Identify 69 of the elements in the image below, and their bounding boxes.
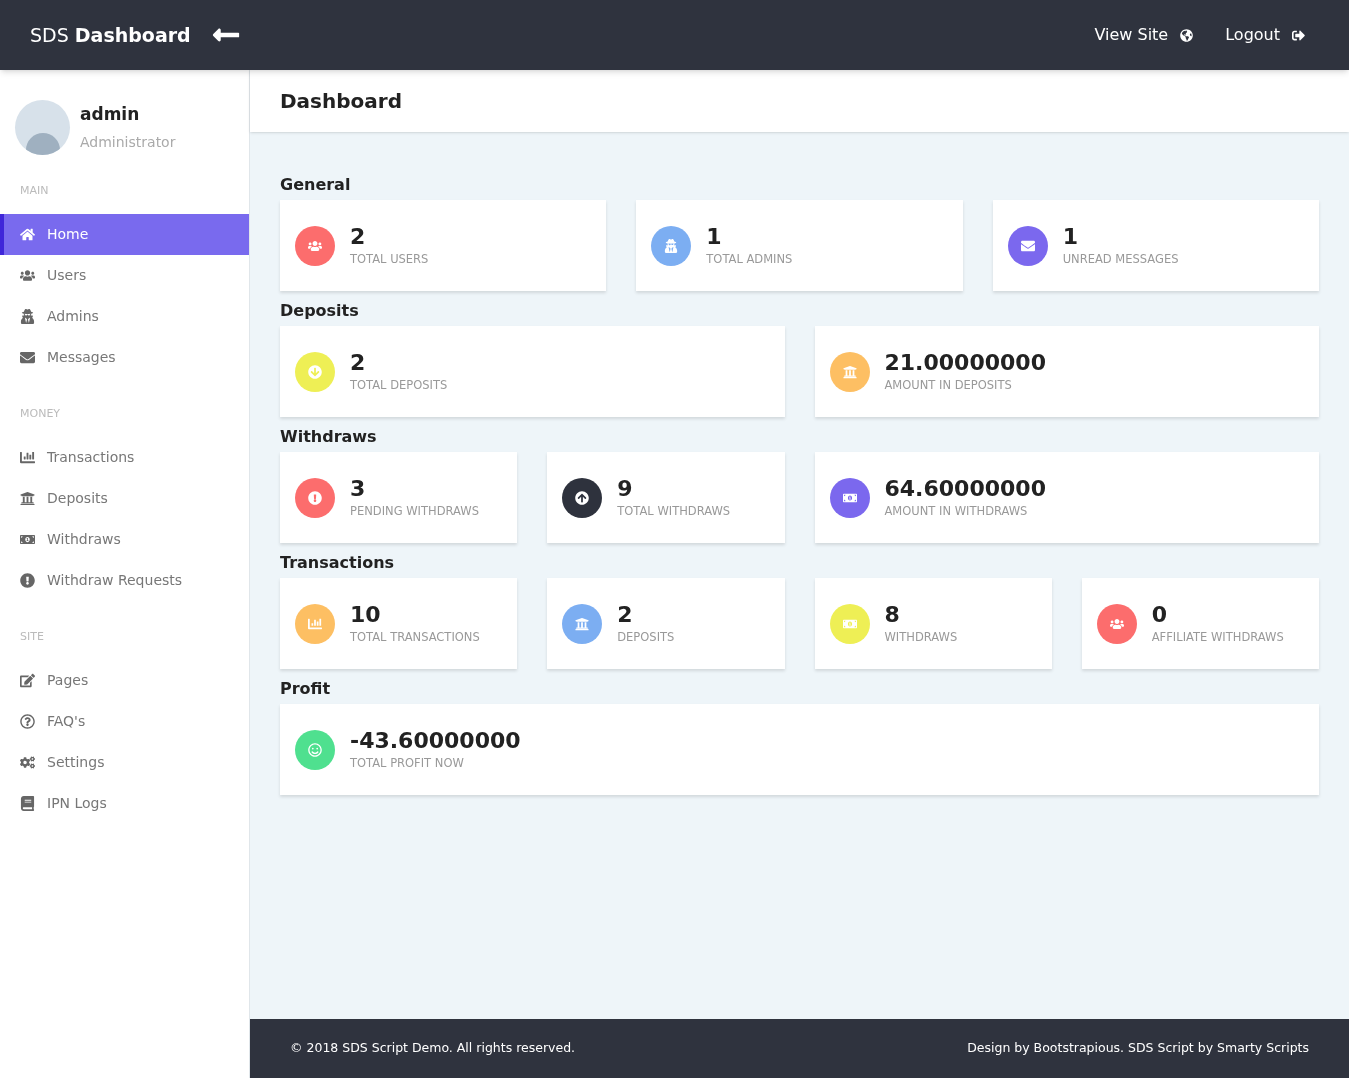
sidebar-item[interactable]: Admins	[0, 296, 249, 337]
stat-label: DEPOSITS	[617, 631, 675, 644]
stat-label: AMOUNT IN WITHDRAWS	[884, 505, 1029, 518]
section-heading: SITE	[19, 631, 45, 642]
page-title: Dashboard	[280, 88, 402, 115]
stat-value: 8	[884, 603, 901, 626]
section-title: Deposits	[280, 303, 360, 319]
stat-value: 10	[350, 603, 382, 626]
question-icon	[20, 714, 35, 729]
sidebar-item[interactable]: Users	[0, 255, 249, 296]
sidebar-item[interactable]: Deposits	[0, 478, 249, 519]
stat-value: 9	[617, 477, 634, 500]
home-icon	[20, 227, 35, 242]
stat-label: TOTAL PROFIT NOW	[350, 757, 465, 770]
section-heading: MAIN	[19, 185, 50, 196]
stat-label: WITHDRAWS	[884, 631, 958, 644]
section-title: Withdraws	[280, 429, 378, 445]
sidebar-item[interactable]: Messages	[0, 337, 249, 378]
sidebar-item[interactable]: Transactions	[0, 437, 249, 478]
book-icon	[20, 796, 35, 811]
logout-link[interactable]: Logout	[1225, 23, 1305, 47]
sidebar-item[interactable]: Pages	[0, 660, 249, 701]
stat-value: 21.00000000	[884, 351, 1046, 374]
stat-value: 2	[350, 225, 367, 248]
section-title: Transactions	[280, 555, 396, 571]
sidebar-item[interactable]: Settings	[0, 742, 249, 783]
bar-chart-icon	[20, 450, 35, 465]
spy-icon	[20, 309, 35, 324]
stat-value: 2	[350, 351, 367, 374]
stat-label: AMOUNT IN DEPOSITS	[884, 379, 1013, 392]
banknote-icon	[20, 532, 35, 547]
stat-value: 64.60000000	[884, 477, 1046, 500]
gears-icon	[20, 755, 35, 770]
copyright-text: © 2018 SDS Script Demo. All rights reserved.	[290, 1039, 576, 1058]
stat-label: TOTAL WITHDRAWS	[617, 505, 731, 518]
stat-label: TOTAL DEPOSITS	[350, 379, 448, 392]
view-site-link[interactable]: View Site	[1094, 23, 1194, 47]
sidebar-item[interactable]: Home	[0, 214, 249, 255]
edit-icon	[20, 673, 35, 688]
section-heading: MONEY	[19, 408, 62, 419]
sidebar-item[interactable]: FAQ's	[0, 701, 249, 742]
sidebar-item[interactable]: Withdraws	[0, 519, 249, 560]
stat-value: 0	[1151, 603, 1169, 626]
stat-value: 1	[1062, 225, 1079, 248]
stat-value: -43.60000000	[350, 729, 521, 752]
brand-logo[interactable]: SDS Dashboard	[30, 20, 191, 50]
credits-text: Design by Bootstrapious. SDS Script by Smarty Scripts	[967, 1039, 1309, 1058]
sidebar-item[interactable]: IPN Logs	[0, 783, 249, 824]
bank-icon	[20, 491, 35, 506]
stat-label: TOTAL USERS	[350, 253, 429, 266]
stat-value: 2	[617, 603, 634, 626]
stat-label: AFFILIATE WITHDRAWS	[1151, 631, 1284, 644]
exclamation-icon	[20, 573, 35, 588]
avatar	[15, 100, 70, 155]
sidebar-item[interactable]: Withdraw Requests	[0, 560, 249, 601]
users-icon	[20, 268, 35, 283]
profile-role: Administrator	[80, 132, 176, 152]
stat-label: TOTAL ADMINS	[706, 253, 793, 266]
stat-label: PENDING WITHDRAWS	[350, 505, 479, 518]
profile-name: admin	[80, 103, 141, 127]
globe-icon	[1180, 28, 1194, 42]
stat-value: 1	[706, 225, 723, 248]
stat-label: UNREAD MESSAGES	[1062, 253, 1179, 266]
section-title: General	[280, 177, 352, 193]
stat-label: TOTAL TRANSACTIONS	[350, 631, 480, 644]
sign-out-icon	[1292, 28, 1305, 42]
stat-value: 3	[350, 477, 367, 500]
section-title: Profit	[280, 681, 332, 697]
envelope-icon	[20, 350, 35, 365]
